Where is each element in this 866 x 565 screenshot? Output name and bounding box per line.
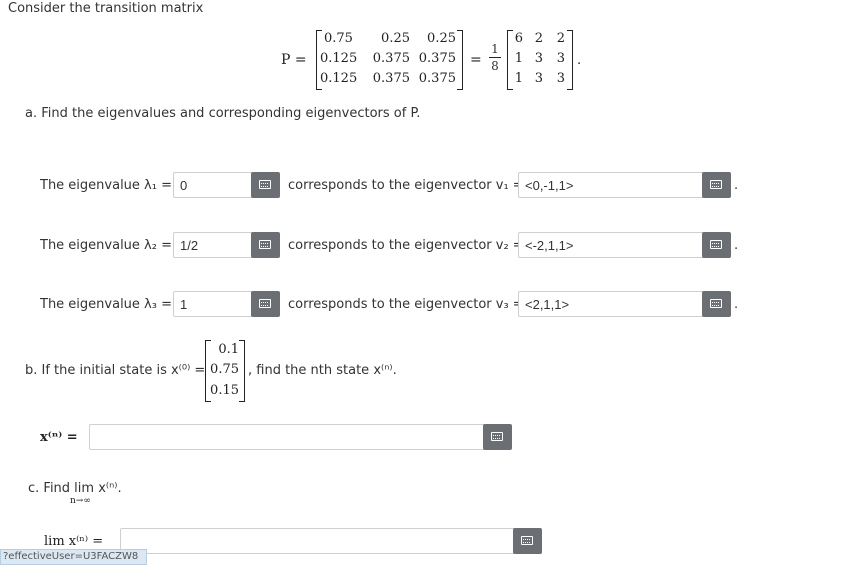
matrix-period: .: [577, 53, 582, 68]
eigenvalue-3-label: The eigenvalue λ₃ =: [40, 297, 172, 312]
matrix-cell: 3: [534, 51, 543, 66]
matrix-cell: 0.25: [381, 31, 410, 46]
nth-state-input[interactable]: [89, 424, 485, 450]
matrix-cell: 3: [556, 51, 565, 66]
eigenvalue-3-keyboard-button[interactable]: [251, 291, 280, 317]
part-c-prompt: c. Find lim x⁽ⁿ⁾.: [28, 481, 122, 496]
nth-state-label: x⁽ⁿ⁾ =: [40, 430, 78, 445]
eigenvector-3-input[interactable]: <2,1,1>: [518, 291, 704, 317]
fraction-numerator: 1: [491, 42, 499, 56]
nth-state-keyboard-button[interactable]: [483, 424, 512, 450]
matrix-cell: 2: [534, 31, 543, 46]
limit-subscript: n→∞: [70, 496, 91, 506]
matrix-cell: 0.125: [320, 51, 358, 66]
eigenvalue-1-input[interactable]: 0: [173, 172, 253, 198]
eigenvector-2-keyboard-button[interactable]: [702, 232, 731, 258]
keyboard-icon: [259, 240, 271, 249]
limit-input[interactable]: [120, 528, 516, 554]
limit-keyboard-button[interactable]: [513, 528, 542, 554]
eigenvector-1-keyboard-button[interactable]: [702, 172, 731, 198]
keyboard-icon: [521, 536, 533, 545]
keyboard-icon: [259, 299, 271, 308]
eigenvalue-2-label: The eigenvalue λ₂ =: [40, 238, 172, 253]
matrix-lhs: P =: [281, 52, 307, 68]
matrix-cell: 0.375: [372, 71, 410, 86]
matrix-cell: 3: [534, 71, 543, 86]
part-b-prompt-tail: , find the nth state x⁽ⁿ⁾.: [248, 363, 397, 378]
probability-matrix: 0.75 0.25 0.25 0.125 0.375 0.375 0.125 0…: [316, 30, 463, 90]
matrix-cell: 3: [556, 71, 565, 86]
matrix-cell: 0.75: [324, 31, 353, 46]
eigenvalue-2-input[interactable]: 1/2: [173, 232, 253, 258]
matrix-cell: 0.25: [427, 31, 456, 46]
integer-matrix: 6 2 2 1 3 3 1 3 3: [507, 30, 573, 90]
row-2-period: .: [734, 238, 739, 253]
keyboard-icon: [710, 180, 722, 189]
matrix-cell: 6: [514, 31, 523, 46]
eigenvalue-1-keyboard-button[interactable]: [251, 172, 280, 198]
part-a-prompt: a. Find the eigenvalues and correspondin…: [25, 106, 421, 121]
row-3-period: .: [734, 297, 739, 312]
keyboard-icon: [710, 299, 722, 308]
eigenvector-1-label: corresponds to the eigenvector v₁ =: [288, 178, 524, 193]
matrix-cell: 0.375: [418, 71, 456, 86]
limit-label: lim x⁽ⁿ⁾ =: [44, 534, 104, 549]
keyboard-icon: [259, 180, 271, 189]
initial-state-vector: 0.1 0.75 0.15: [205, 340, 245, 402]
eigenvector-3-label: corresponds to the eigenvector v₃ =: [288, 297, 524, 312]
matrix-cell: 0.125: [320, 71, 358, 86]
matrix-cell: 2: [556, 31, 565, 46]
matrix-cell: 0.375: [372, 51, 410, 66]
matrix-cell: 1: [514, 51, 523, 66]
matrix-cell: 1: [514, 71, 523, 86]
eigenvalue-2-keyboard-button[interactable]: [251, 232, 280, 258]
eigenvalue-1-label: The eigenvalue λ₁ =: [40, 178, 172, 193]
eigenvector-2-label: corresponds to the eigenvector v₂ =: [288, 238, 524, 253]
status-url: ?effectiveUser=U3FACZW8: [0, 549, 148, 565]
fraction-denominator: 8: [491, 59, 499, 73]
vector-cell: 0.15: [210, 383, 239, 398]
row-1-period: .: [734, 178, 739, 193]
intro-text: Consider the transition matrix: [8, 1, 204, 16]
vector-cell: 0.75: [210, 362, 239, 377]
eigenvector-2-input[interactable]: <-2,1,1>: [518, 232, 704, 258]
matrix-equals: =: [470, 52, 482, 68]
vector-cell: 0.1: [218, 342, 239, 357]
eigenvector-3-keyboard-button[interactable]: [702, 291, 731, 317]
eigenvector-1-input[interactable]: <0,-1,1>: [518, 172, 704, 198]
keyboard-icon: [710, 240, 722, 249]
keyboard-icon: [491, 432, 503, 441]
part-b-prompt: b. If the initial state is x⁽⁰⁾ =: [25, 363, 206, 378]
matrix-cell: 0.375: [418, 51, 456, 66]
eigenvalue-3-input[interactable]: 1: [173, 291, 253, 317]
matrix-scalar-fraction: 1 8: [489, 42, 501, 73]
